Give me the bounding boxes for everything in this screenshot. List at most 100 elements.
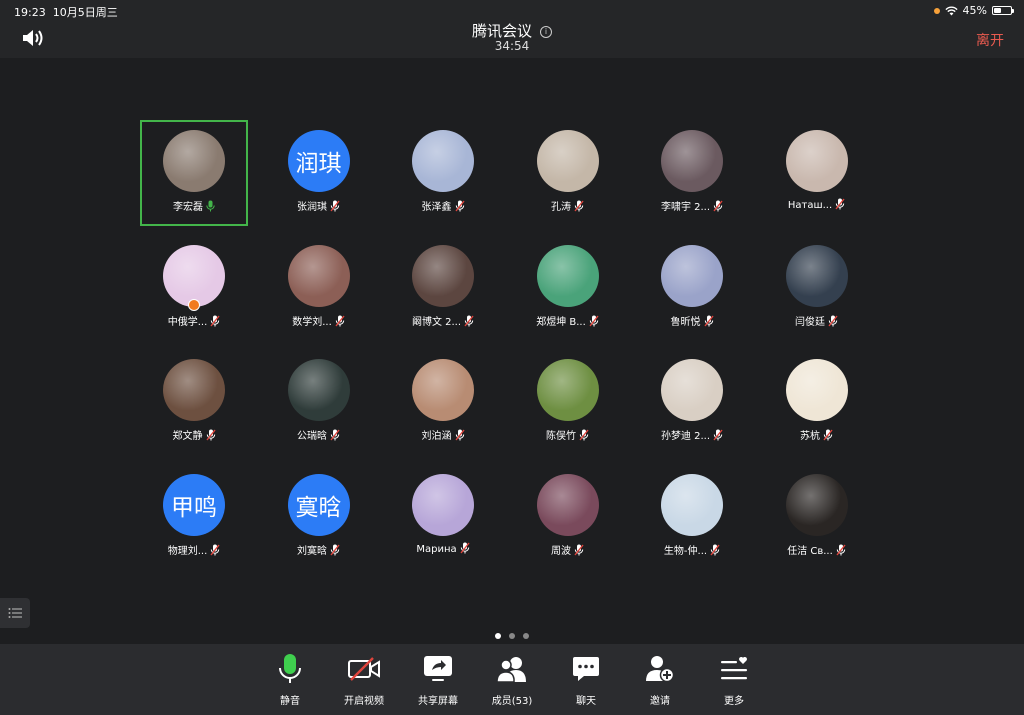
mic-muted-icon <box>835 198 845 210</box>
participant-name: 周波 <box>516 542 620 557</box>
mic-muted-icon <box>454 200 465 212</box>
privacy-indicator-icon <box>933 7 940 14</box>
page-dot[interactable] <box>523 633 529 639</box>
video-label: 开启视频 <box>344 696 384 707</box>
avatar-photo <box>412 244 474 307</box>
meeting-title[interactable]: 腾讯会议 i <box>0 20 1024 41</box>
members-button[interactable]: 成员(53) <box>477 652 547 707</box>
info-icon[interactable]: i <box>540 26 552 38</box>
meeting-title-text: 腾讯会议 <box>471 22 532 40</box>
participant-name: 陈俣竹 <box>516 427 620 442</box>
chat-button[interactable]: 聊天 <box>551 652 621 707</box>
more-menu-icon <box>721 656 747 680</box>
status-right: 45% <box>933 4 1014 17</box>
participant-name: 阚博文 2... <box>391 313 495 328</box>
participant-name-text: 闫俊廷 <box>795 316 825 328</box>
mic-muted-icon <box>330 200 340 212</box>
avatar-photo <box>785 359 848 421</box>
participant-name-text: 郑煜坤 B... <box>536 316 586 328</box>
avatar-initials: 润琪 <box>287 130 350 192</box>
mic-muted-icon <box>703 315 714 326</box>
participant-name: 孙梦迪 2... <box>640 427 744 442</box>
participant-tile[interactable]: 数学刘... <box>265 235 373 341</box>
avatar-photo <box>287 244 350 307</box>
participant-tile[interactable]: 阚博文 2... <box>389 235 497 341</box>
participant-tile[interactable]: 甲鸣 物理刘... <box>140 464 248 570</box>
start-video-button[interactable]: 开启视频 <box>329 652 399 707</box>
video-off-icon <box>348 657 380 681</box>
members-label: 成员(53) <box>491 696 533 707</box>
participant-tile[interactable]: 孔涛 <box>514 120 622 226</box>
participant-name-text: 苏杭 <box>800 431 820 442</box>
participant-name: Марина <box>391 542 495 555</box>
participant-tile[interactable]: 周波 <box>514 464 622 570</box>
mic-muted-icon <box>210 544 220 555</box>
battery-percent: 45% <box>962 4 987 17</box>
mic-muted-icon <box>330 429 340 441</box>
participant-tile[interactable]: 苏杭 <box>763 349 871 455</box>
mic-muted-icon <box>828 315 838 326</box>
participant-name: 张润琪 <box>267 198 371 213</box>
participant-name-text: 孔涛 <box>551 202 571 213</box>
mic-muted-icon <box>710 544 720 555</box>
participant-tile[interactable]: Марина <box>389 464 497 570</box>
microphone-icon <box>279 654 301 683</box>
participant-tile[interactable]: 任洁 Св... <box>763 464 871 570</box>
mic-muted-icon <box>836 544 846 555</box>
chat-icon <box>573 657 599 681</box>
participant-name-text: 孙梦迪 2... <box>660 431 711 442</box>
participant-tile[interactable]: 郑文静 <box>140 349 248 455</box>
avatar-photo <box>661 130 723 192</box>
participant-tile[interactable]: 陈俣竹 <box>514 349 622 455</box>
leave-button[interactable]: 离开 <box>976 30 1004 50</box>
participant-tile[interactable]: 润琪张润琪 <box>265 120 373 226</box>
mic-muted-icon <box>713 429 723 441</box>
participant-name: Натaш... <box>765 198 869 211</box>
avatar-initials: 寞晗 <box>287 473 350 536</box>
participant-tile[interactable]: 公瑞晗 <box>265 349 373 455</box>
participant-tile[interactable]: 寞晗 刘寞晗 <box>265 464 373 570</box>
participant-tile[interactable]: 中俄学... <box>140 235 248 341</box>
status-time: 19:23 10月5日周三 <box>14 6 118 19</box>
participant-name-text: 李宏磊 <box>173 202 203 213</box>
participant-tile[interactable]: 孙梦迪 2... <box>638 349 746 455</box>
more-button[interactable]: 更多 <box>699 652 769 707</box>
mic-muted-icon <box>574 200 584 212</box>
participant-name-text: 张润琪 <box>297 202 327 213</box>
mic-muted-icon <box>574 544 584 555</box>
invite-label: 邀请 <box>650 696 670 707</box>
participant-name: 苏杭 <box>765 427 869 442</box>
participant-tile[interactable]: Натaш... <box>763 120 871 226</box>
participant-tile[interactable]: 闫俊廷 <box>763 235 871 341</box>
avatar-photo <box>661 359 723 421</box>
page-dot[interactable] <box>509 633 515 639</box>
avatar-photo <box>536 473 599 536</box>
participant-tile[interactable]: 刘泊涵 <box>389 349 497 455</box>
participant-tile[interactable]: 李宏磊 <box>140 120 248 226</box>
share-screen-button[interactable]: 共享屏幕 <box>403 652 473 707</box>
page-dot[interactable] <box>495 633 501 639</box>
more-label: 更多 <box>724 696 744 707</box>
mic-muted-icon <box>713 200 723 212</box>
participant-name: 李宏磊 <box>142 198 246 213</box>
page-indicator[interactable] <box>0 624 1024 643</box>
mic-muted-icon <box>460 542 470 553</box>
participant-name-text: 公瑞晗 <box>297 431 327 442</box>
mic-muted-icon <box>330 544 340 555</box>
mute-label: 静音 <box>280 696 300 707</box>
participant-tile[interactable]: 鲁昕悦 <box>638 235 746 341</box>
participant-tile[interactable]: 张泽鑫 <box>389 120 497 226</box>
participant-tile[interactable]: 生物-仲... <box>638 464 746 570</box>
battery-icon <box>992 6 1014 15</box>
avatar-photo <box>163 130 225 192</box>
participant-name: 闫俊廷 <box>765 313 869 328</box>
participant-name: 公瑞晗 <box>267 427 371 442</box>
participant-name: 郑煜坤 B... <box>516 313 620 328</box>
participant-name: 生物-仲... <box>640 542 744 557</box>
avatar-initials: 甲鸣 <box>163 473 225 536</box>
participant-tile[interactable]: 李啸宇 2... <box>638 120 746 226</box>
participant-tile[interactable]: 郑煜坤 B... <box>514 235 622 341</box>
mute-button[interactable]: 静音 <box>255 652 325 707</box>
invite-button[interactable]: 邀请 <box>625 652 695 707</box>
participant-name-text: Натaш... <box>787 200 833 211</box>
